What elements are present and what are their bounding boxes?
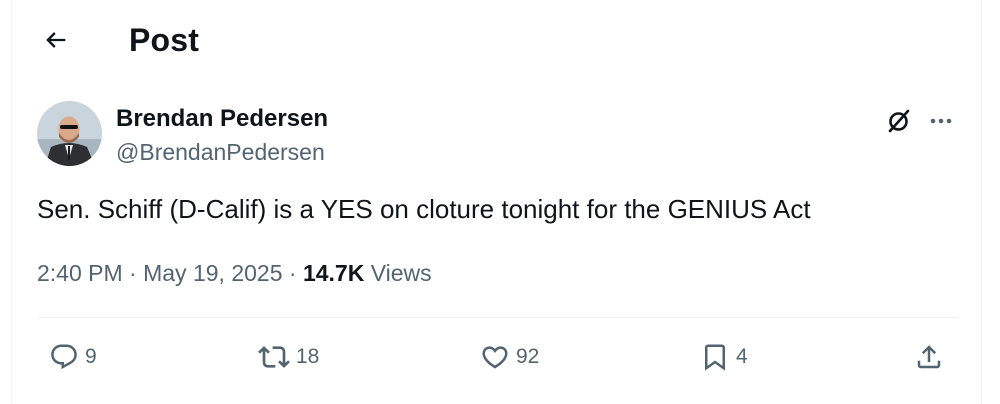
views-label: Views [370,260,432,286]
post-detail-panel: Post Brendan Pedersen @BrendanPedersen S… [11,0,982,404]
more-options-button[interactable] [924,104,958,138]
grok-button[interactable] [882,104,916,138]
meta-separator: · [122,260,144,286]
header: Post [12,0,981,80]
author-handle[interactable]: @BrendanPedersen [116,137,325,167]
divider [37,317,958,318]
avatar-image [37,101,102,166]
more-horizontal-icon [930,118,952,124]
like-count: 92 [516,345,540,368]
reply-button[interactable]: 9 [49,339,97,375]
repost-button[interactable]: 18 [258,339,319,375]
tweet-time[interactable]: 2:40 PM [37,260,123,286]
arrow-left-icon [46,32,66,48]
grok-icon [888,109,910,133]
tweet-text: Sen. Schiff (D-Calif) is a YES on clotur… [37,194,811,224]
action-bar: 9 18 92 4 [12,333,981,383]
share-button[interactable] [914,339,944,375]
reply-icon [51,344,77,370]
bookmark-icon [705,344,725,371]
back-button[interactable] [38,22,74,58]
bookmark-count: 4 [736,345,748,368]
page-title: Post [129,22,200,58]
views-count: 14.7K [302,260,365,286]
author-display-name[interactable]: Brendan Pedersen [116,104,328,134]
avatar[interactable] [37,101,102,166]
share-icon [917,345,941,369]
repost-count: 18 [296,345,320,368]
meta-separator: · [282,260,303,286]
tweet-date[interactable]: May 19, 2025 [143,260,282,286]
reply-count: 9 [85,345,97,368]
tweet-meta: 2:40 PM · May 19, 2025 · 14.7K Views [37,257,432,289]
like-button[interactable]: 92 [480,339,539,375]
repost-icon [258,346,290,368]
heart-icon [482,346,508,369]
bookmark-button[interactable]: 4 [700,339,748,375]
